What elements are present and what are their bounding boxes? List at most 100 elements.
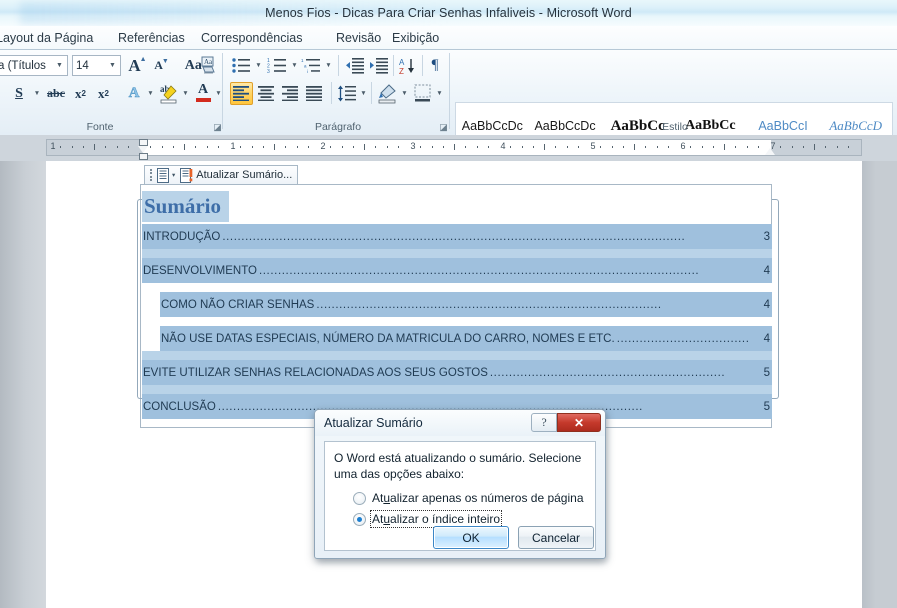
- ribbon-tab-0[interactable]: Layout da Página: [0, 26, 97, 50]
- underline-button[interactable]: S: [8, 82, 30, 105]
- cancel-button[interactable]: Cancelar: [518, 526, 594, 549]
- ruler-minor-tick: [623, 146, 624, 148]
- close-icon[interactable]: ✕: [557, 413, 601, 432]
- shading-chevron-down-icon[interactable]: ▼: [398, 82, 410, 105]
- highlight-chevron-down-icon[interactable]: ▼: [179, 82, 191, 105]
- fonte-dialog-launcher[interactable]: ◪: [212, 122, 223, 133]
- radio-page-numbers-indicator[interactable]: [353, 492, 366, 505]
- font-name-chevron-down-icon[interactable]: ▼: [52, 56, 67, 75]
- toc-page-number: 5: [764, 367, 772, 379]
- page-right-shadow: [862, 161, 897, 608]
- toc-entry[interactable]: COMO NÃO CRIAR SENHAS...................…: [142, 292, 772, 317]
- increase-indent-button[interactable]: [367, 55, 390, 76]
- svg-text:a: a: [304, 64, 307, 69]
- ok-button[interactable]: OK: [433, 526, 509, 549]
- ribbon-tab-4[interactable]: Exibição: [388, 26, 443, 50]
- align-center-button[interactable]: [255, 82, 278, 105]
- line-spacing-button[interactable]: [336, 82, 358, 105]
- content-control-chevron-down-icon[interactable]: ▾: [172, 171, 175, 179]
- page-left-shadow: [0, 161, 46, 608]
- numbering-chevron-down-icon[interactable]: ▼: [288, 55, 300, 76]
- paragrafo-dialog-launcher[interactable]: ◪: [438, 122, 449, 133]
- multilevel-list-icon: 1 a i: [301, 57, 321, 74]
- grow-font-button[interactable]: A ▲: [127, 54, 149, 77]
- hanging-indent-marker[interactable]: [138, 146, 148, 153]
- ribbon-tab-2[interactable]: Correspondências: [197, 26, 306, 50]
- update-field-icon[interactable]: [180, 168, 194, 183]
- drag-grip-icon[interactable]: [148, 169, 154, 182]
- ruler-minor-tick: [690, 146, 691, 148]
- content-control-tab[interactable]: ▾ Atualizar Sumário...: [144, 165, 298, 184]
- ruler-minor-tick: [297, 146, 298, 148]
- font-size-chevron-down-icon[interactable]: ▼: [105, 56, 120, 75]
- ruler-minor-tick: [117, 146, 118, 148]
- toc-entry-label: INTRODUÇÃO: [142, 231, 220, 243]
- dialog-body: O Word está atualizando o sumário. Selec…: [324, 441, 596, 551]
- ruler-minor-tick: [150, 146, 151, 148]
- toc-leader-dots: ........................................…: [314, 299, 763, 311]
- highlight-button[interactable]: ab: [157, 81, 180, 105]
- first-line-indent-marker[interactable]: [139, 139, 148, 146]
- align-left-button[interactable]: [230, 82, 253, 105]
- ruler-minor-tick: [555, 146, 556, 148]
- left-indent-marker[interactable]: [139, 153, 148, 160]
- ribbon-tab-3[interactable]: Revisão: [332, 26, 385, 50]
- font-color-button[interactable]: A: [192, 80, 214, 105]
- numbering-button[interactable]: 1 2 3: [266, 55, 288, 76]
- ruler-minor-tick: [83, 146, 84, 148]
- toc-entry[interactable]: EVITE UTILIZAR SENHAS RELACIONADAS AOS S…: [142, 360, 772, 385]
- decrease-indent-button[interactable]: [343, 55, 366, 76]
- underline-icon: S: [15, 86, 23, 102]
- bullets-chevron-down-icon[interactable]: ▼: [252, 55, 264, 76]
- toc-entry[interactable]: INTRODUÇÃO..............................…: [142, 224, 772, 249]
- toc-entry-label: CONCLUSÃO: [142, 401, 216, 413]
- toc-entry[interactable]: NÃO USE DATAS ESPECIAIS, NÚMERO DA MATRI…: [142, 326, 772, 351]
- help-icon[interactable]: ?: [531, 413, 557, 432]
- ribbon-tab-1[interactable]: Referências: [114, 26, 189, 50]
- ruler-minor-tick: [657, 146, 658, 148]
- window-title: Menos Fios - Dicas Para Criar Senhas Inf…: [0, 0, 897, 26]
- right-indent-marker[interactable]: [765, 148, 775, 155]
- ruler-minor-tick: [207, 146, 208, 148]
- borders-icon: [413, 83, 433, 103]
- underline-chevron-down-icon[interactable]: ▼: [30, 82, 43, 105]
- table-of-contents[interactable]: Sumário INTRODUÇÃO......................…: [142, 191, 772, 419]
- text-effects-button[interactable]: A: [123, 82, 145, 105]
- borders-button[interactable]: [411, 81, 434, 105]
- bullets-button[interactable]: [230, 55, 252, 76]
- subscript-button[interactable]: x 2: [69, 82, 92, 105]
- font-name-combo[interactable]: a (Títulos ▼: [0, 55, 68, 76]
- ruler-minor-tick: [567, 146, 568, 148]
- font-name-value: a (Títulos: [0, 60, 52, 72]
- svg-text:i: i: [307, 69, 308, 74]
- align-right-button[interactable]: [279, 82, 302, 105]
- font-size-combo[interactable]: 14 ▼: [72, 55, 121, 76]
- superscript-button[interactable]: x 2: [92, 82, 115, 105]
- strikethrough-button[interactable]: abc: [44, 82, 68, 105]
- line-spacing-chevron-down-icon[interactable]: ▼: [357, 82, 369, 105]
- radio-option-page-numbers[interactable]: Atualizar apenas os números de página: [353, 489, 584, 507]
- update-toc-dialog: Atualizar Sumário ? ✕ O Word está atuali…: [314, 409, 606, 559]
- borders-chevron-down-icon[interactable]: ▼: [433, 82, 445, 105]
- multilevel-chevron-down-icon[interactable]: ▼: [322, 55, 334, 76]
- toc-entry[interactable]: DESENVOLVIMENTO.........................…: [142, 258, 772, 283]
- font-color-chevron-down-icon[interactable]: ▼: [212, 82, 224, 105]
- justify-button[interactable]: [303, 82, 326, 105]
- style-sample-1: AaBbCcDc: [534, 115, 595, 137]
- ruler-minor-tick: [72, 146, 73, 148]
- horizontal-ruler[interactable]: 12345671: [46, 139, 862, 156]
- radio-entire-index-indicator[interactable]: [353, 513, 366, 526]
- shrink-font-button[interactable]: A ▼: [151, 54, 173, 77]
- ruler-minor-tick: [735, 146, 736, 148]
- text-effects-chevron-down-icon[interactable]: ▼: [144, 82, 156, 105]
- toc-leader-dots: ........................................…: [257, 265, 764, 277]
- clear-formatting-button[interactable]: Aa: [196, 54, 220, 77]
- pilcrow-icon: ¶: [432, 57, 439, 74]
- ruler-minor-tick: [724, 144, 725, 150]
- multilevel-list-button[interactable]: 1 a i: [300, 55, 322, 76]
- shading-button[interactable]: [376, 81, 399, 105]
- toc-properties-icon[interactable]: [156, 168, 170, 183]
- show-formatting-marks-button[interactable]: ¶: [424, 54, 446, 77]
- ruler-minor-tick: [465, 146, 466, 148]
- sort-button[interactable]: A Z: [396, 55, 420, 76]
